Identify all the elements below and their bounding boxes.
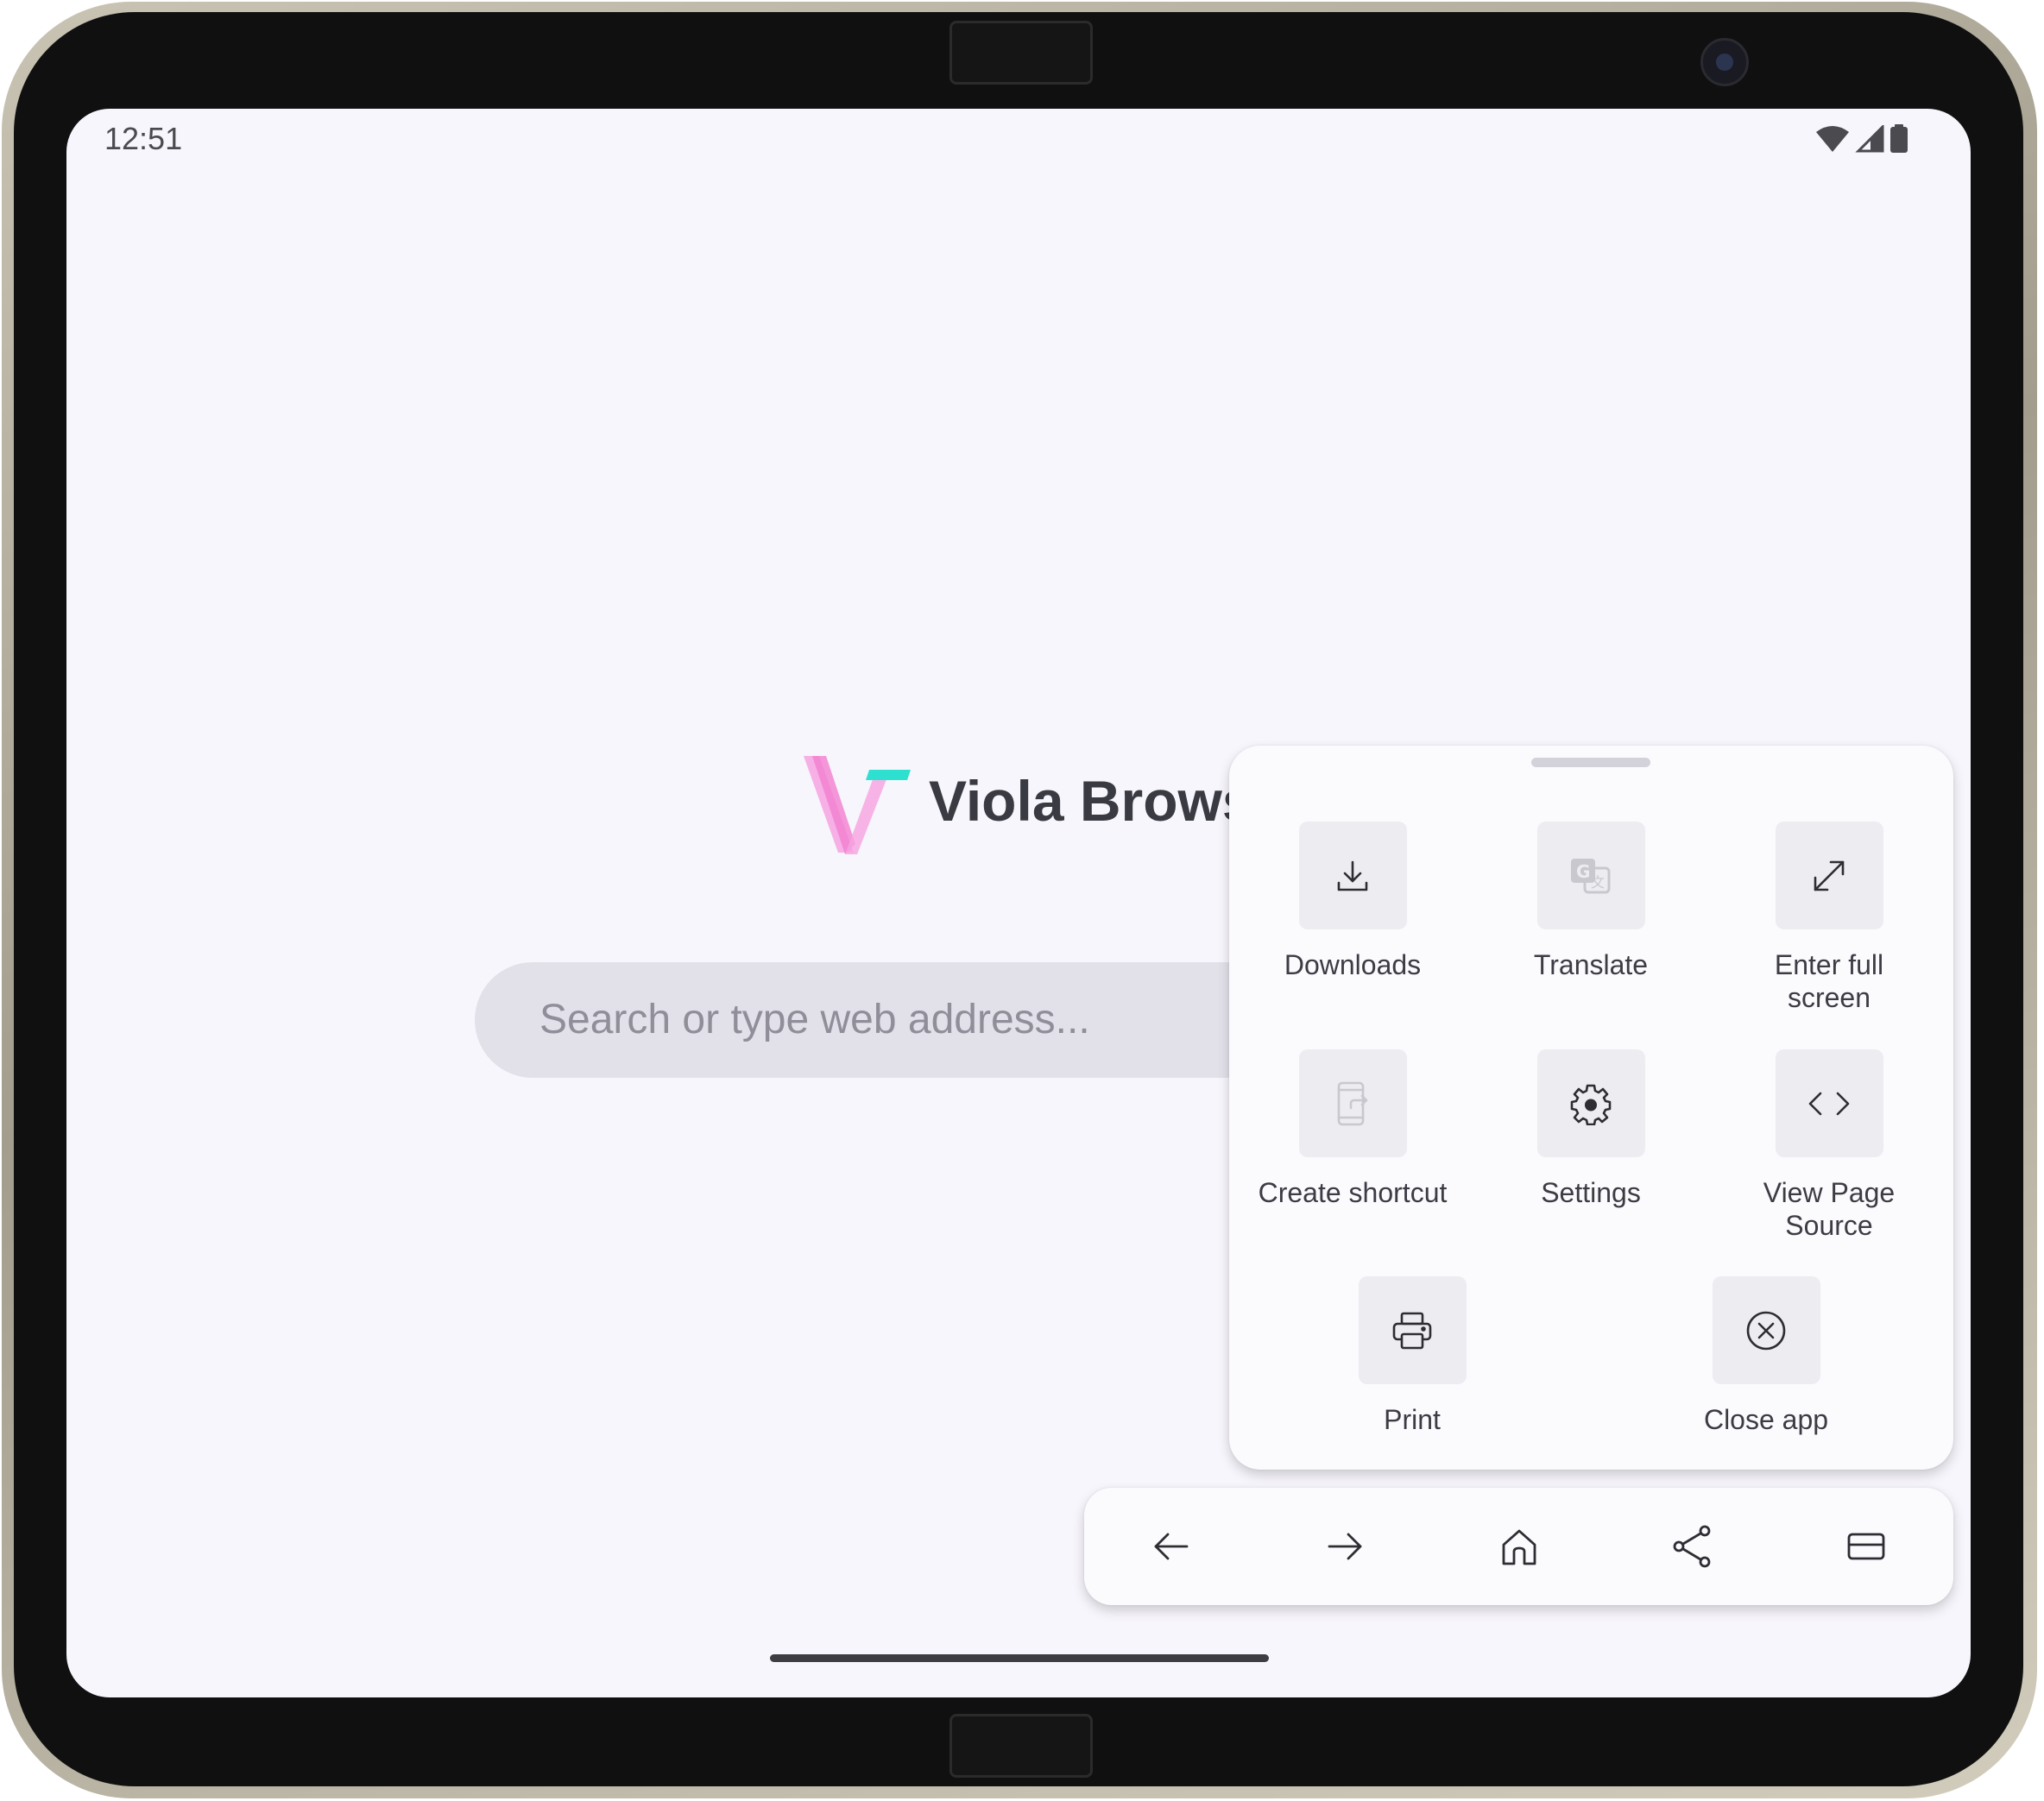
menu-tile[interactable] bbox=[1712, 1276, 1820, 1384]
hinge-bottom bbox=[949, 1714, 1093, 1778]
home-icon bbox=[1502, 1529, 1536, 1565]
cellular-signal-icon bbox=[1855, 125, 1884, 153]
search-bar[interactable]: Search or type web address... bbox=[475, 962, 1338, 1078]
drag-handle[interactable] bbox=[1531, 758, 1650, 767]
code-icon bbox=[1808, 1092, 1850, 1115]
viola-logo-icon bbox=[804, 756, 911, 854]
menu-item-downloads[interactable]: Downloads bbox=[1242, 822, 1463, 981]
wifi-icon bbox=[1816, 126, 1849, 152]
status-icons bbox=[1815, 124, 1908, 154]
menu-item-view-page-source[interactable]: View Page Source bbox=[1719, 1049, 1940, 1242]
menu-label: Enter full screen bbox=[1774, 949, 1884, 1013]
menu-label: View Page Source bbox=[1763, 1177, 1896, 1241]
brand-title: Viola Brows bbox=[929, 769, 1254, 833]
menu-label: Translate bbox=[1533, 949, 1649, 980]
close-circle-icon bbox=[1746, 1311, 1786, 1350]
back-button[interactable] bbox=[1137, 1512, 1206, 1581]
svg-text:文: 文 bbox=[1591, 874, 1605, 891]
bottom-navigation-bar bbox=[1084, 1488, 1953, 1605]
menu-tile[interactable] bbox=[1298, 1049, 1407, 1157]
browser-menu-sheet: Downloads G 文 Translate Enter full scree… bbox=[1229, 746, 1953, 1470]
menu-item-create-shortcut[interactable]: Create shortcut bbox=[1242, 1049, 1463, 1209]
menu-label: Print bbox=[1384, 1404, 1441, 1435]
home-button[interactable] bbox=[1485, 1512, 1554, 1581]
status-time: 12:51 bbox=[104, 121, 183, 156]
menu-label: Close app bbox=[1703, 1404, 1829, 1435]
tabs-icon bbox=[1847, 1533, 1885, 1560]
menu-item-translate[interactable]: G 文 Translate bbox=[1480, 822, 1701, 981]
menu-tile[interactable] bbox=[1358, 1276, 1467, 1384]
gesture-navigation-bar[interactable] bbox=[770, 1654, 1269, 1662]
search-input[interactable]: Search or type web address... bbox=[539, 962, 1090, 1078]
menu-tile[interactable]: G 文 bbox=[1536, 822, 1645, 929]
front-camera bbox=[1700, 38, 1749, 86]
forward-button[interactable] bbox=[1310, 1512, 1379, 1581]
share-icon bbox=[1673, 1525, 1711, 1568]
menu-item-full-screen[interactable]: Enter full screen bbox=[1719, 822, 1940, 1014]
fullscreen-icon bbox=[1814, 860, 1845, 891]
printer-icon bbox=[1392, 1312, 1432, 1349]
menu-item-settings[interactable]: Settings bbox=[1480, 1049, 1701, 1209]
menu-item-close-app[interactable]: Close app bbox=[1656, 1276, 1877, 1436]
menu-label: Downloads bbox=[1284, 949, 1422, 980]
hinge-top bbox=[949, 21, 1093, 85]
gear-icon bbox=[1570, 1084, 1612, 1125]
shortcut-icon bbox=[1337, 1081, 1368, 1125]
back-arrow-icon bbox=[1154, 1533, 1189, 1560]
menu-label: Create shortcut bbox=[1258, 1177, 1448, 1208]
menu-tile[interactable] bbox=[1775, 822, 1883, 929]
menu-tile[interactable] bbox=[1775, 1049, 1883, 1157]
menu-tile[interactable] bbox=[1536, 1049, 1645, 1157]
menu-item-print[interactable]: Print bbox=[1302, 1276, 1523, 1436]
download-icon bbox=[1337, 860, 1368, 891]
browser-screen: 12:51 Viola Brows Search or type web add… bbox=[66, 109, 1971, 1697]
menu-tile[interactable] bbox=[1298, 822, 1407, 929]
share-button[interactable] bbox=[1658, 1512, 1727, 1581]
menu-label: Settings bbox=[1541, 1177, 1641, 1208]
forward-arrow-icon bbox=[1328, 1533, 1362, 1560]
tabs-button[interactable] bbox=[1832, 1512, 1901, 1581]
battery-icon bbox=[1890, 124, 1908, 153]
svg-text:G: G bbox=[1576, 861, 1590, 882]
translate-icon: G 文 bbox=[1571, 858, 1611, 893]
